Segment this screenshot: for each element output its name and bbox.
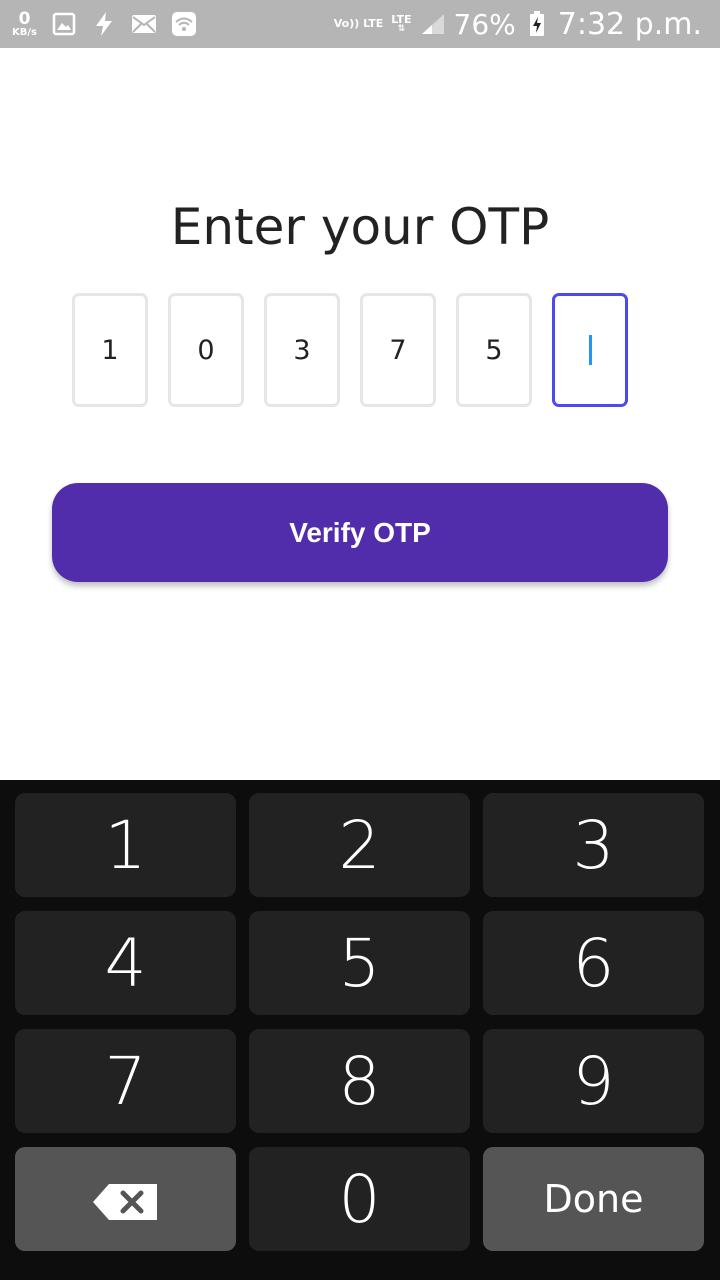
backspace-icon [91, 1161, 161, 1238]
clock: 7:32 p.m. [557, 6, 702, 42]
data-speed-value: 0 [18, 8, 31, 29]
status-left: 0 KB/s [12, 0, 197, 48]
volte-indicator: Vo)) LTE [334, 18, 384, 30]
verify-otp-button[interactable]: Verify OTP [52, 483, 668, 582]
key-8[interactable]: 8 [249, 1029, 470, 1133]
data-speed-unit: KB/s [12, 26, 37, 38]
key-1[interactable]: 1 [15, 793, 236, 897]
volte-label: Vo)) LTE [333, 17, 384, 31]
key-0[interactable]: 0 [249, 1147, 470, 1251]
flash-icon [91, 11, 117, 37]
otp-digit-3[interactable]: 3 [264, 293, 340, 407]
numeric-keyboard: 1 2 3 4 5 6 7 8 9 0 Done [0, 780, 720, 1280]
status-right: Vo)) LTE LTE ⇅ 76% 7:32 p.m. [334, 0, 702, 48]
key-2[interactable]: 2 [249, 793, 470, 897]
otp-digit-6[interactable] [552, 293, 628, 407]
data-speed-indicator: 0 KB/s [12, 8, 37, 38]
key-3[interactable]: 3 [483, 793, 704, 897]
otp-digit-5[interactable]: 5 [456, 293, 532, 407]
key-5[interactable]: 5 [249, 911, 470, 1015]
key-7[interactable]: 7 [15, 1029, 236, 1133]
key-4[interactable]: 4 [15, 911, 236, 1015]
battery-percentage: 76% [453, 7, 516, 41]
key-9[interactable]: 9 [483, 1029, 704, 1133]
key-6[interactable]: 6 [483, 911, 704, 1015]
signal-icon [420, 11, 446, 37]
done-key[interactable]: Done [483, 1147, 704, 1251]
otp-digit-4[interactable]: 7 [360, 293, 436, 407]
status-bar: 0 KB/s Vo)) LTE LTE ⇅ 76% 7:32 p.m. [0, 0, 720, 48]
mail-icon [131, 11, 157, 37]
lte-indicator: LTE ⇅ [391, 12, 412, 35]
backspace-key[interactable] [15, 1147, 236, 1251]
otp-digit-1[interactable]: 1 [72, 293, 148, 407]
text-cursor [588, 335, 592, 365]
page-title: Enter your OTP [170, 198, 550, 256]
battery-charging-icon [524, 11, 550, 37]
image-icon [51, 11, 77, 37]
wifi-icon [171, 11, 197, 37]
otp-digit-2[interactable]: 0 [168, 293, 244, 407]
